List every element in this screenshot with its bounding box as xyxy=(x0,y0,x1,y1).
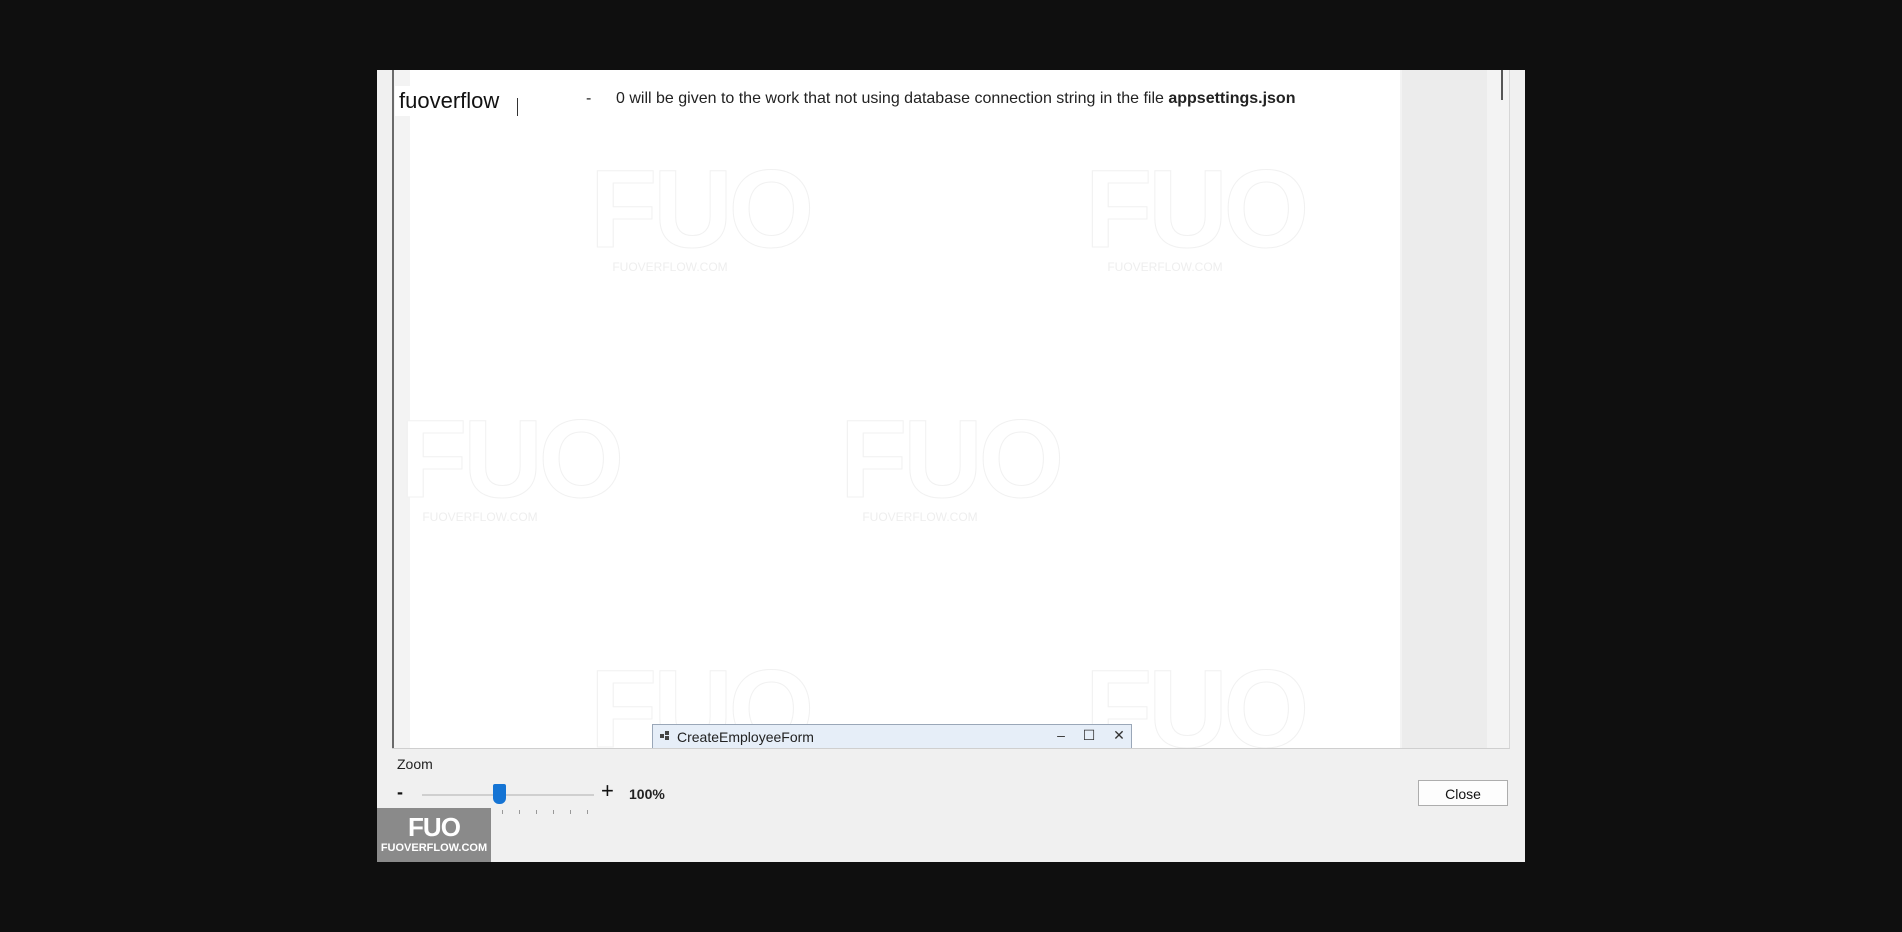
fuo-logo-badge: FUO FUOVERFLOW.COM xyxy=(377,808,491,862)
text-cursor xyxy=(517,98,518,116)
watermark: FUO FUOVERFLOW.COM xyxy=(840,398,1065,524)
zoom-slider-ticks xyxy=(502,810,592,815)
document-page: FUO FUOVERFLOW.COM FUO FUOVERFLOW.COM FU… xyxy=(400,70,1400,748)
brand-watermark-label: fuoverflow xyxy=(395,86,504,116)
watermark: FUO FUOVERFLOW.COM xyxy=(400,398,625,524)
fuo-logo: FUO xyxy=(408,812,461,842)
maximize-icon: ☐ xyxy=(1082,727,1096,743)
minimize-icon: – xyxy=(1057,727,1065,743)
bullet-dash: - xyxy=(586,90,592,107)
zoom-slider-track[interactable] xyxy=(422,794,594,796)
create-employee-form-titlebar: CreateEmployeeForm – ☐ ✕ xyxy=(652,724,1132,748)
close-icon: ✕ xyxy=(1113,727,1125,743)
form-icon xyxy=(660,731,669,740)
zoom-slider-thumb[interactable] xyxy=(492,784,506,804)
page-gutter xyxy=(1402,70,1487,748)
watermark: FUO FUOVERFLOW.COM xyxy=(1085,148,1310,274)
close-button[interactable]: Close xyxy=(1418,780,1508,806)
watermark: FUO FUOVERFLOW.COM xyxy=(590,148,815,274)
instruction-text: 0 will be given to the work that not usi… xyxy=(616,90,1164,107)
instruction-filename: appsettings.json xyxy=(1168,90,1296,107)
viewer-left-border xyxy=(392,70,394,748)
vertical-scrollbar[interactable] xyxy=(1501,70,1503,100)
print-preview-window: FUO FUOVERFLOW.COM FUO FUOVERFLOW.COM FU… xyxy=(377,70,1525,862)
fuo-site-text: FUOVERFLOW.COM xyxy=(380,842,488,854)
form-title: CreateEmployeeForm xyxy=(677,729,814,745)
zoom-in-button[interactable]: + xyxy=(601,778,614,804)
zoom-label: Zoom xyxy=(397,756,433,772)
instruction-line: 0 will be given to the work that not usi… xyxy=(616,90,1295,108)
zoom-value: 100% xyxy=(629,786,665,802)
document-viewer[interactable]: FUO FUOVERFLOW.COM FUO FUOVERFLOW.COM FU… xyxy=(392,70,1510,749)
zoom-out-button[interactable]: - xyxy=(397,782,403,803)
